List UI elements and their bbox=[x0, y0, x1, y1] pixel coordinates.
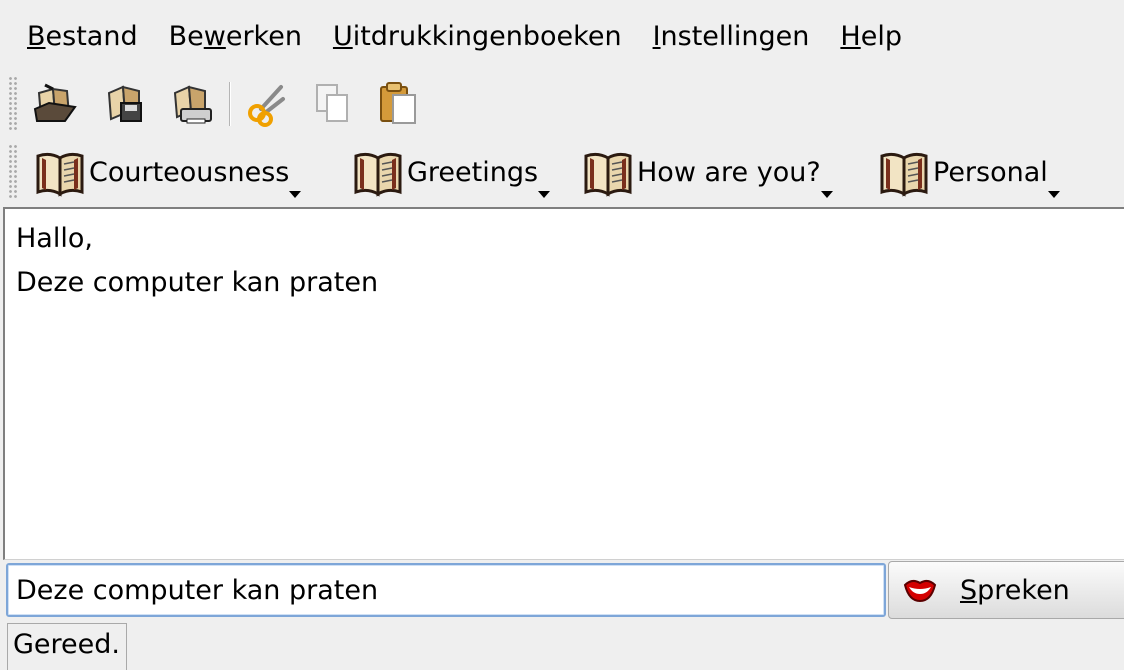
chevron-down-icon bbox=[820, 191, 833, 198]
menu-uitdrukkingenboeken[interactable]: Uitdrukkingenboeken bbox=[333, 21, 622, 52]
phrasebook-greetings[interactable]: Greetings bbox=[352, 146, 551, 202]
copy-button[interactable] bbox=[304, 76, 358, 130]
phrasebook-icon bbox=[354, 152, 402, 197]
menu-instellingen-accel: I bbox=[652, 20, 661, 52]
speak-rest: preken bbox=[977, 574, 1070, 606]
phrasebook-how-are-you-label: How are you? bbox=[637, 156, 821, 188]
print-book-icon bbox=[173, 85, 212, 124]
speak-button-label: Spreken bbox=[960, 575, 1070, 606]
phrasebook-courteousness[interactable]: Courteousness bbox=[34, 146, 302, 202]
menu-bewerken-accel: w bbox=[203, 20, 226, 52]
phrasebook-greetings-label: Greetings bbox=[407, 156, 539, 188]
menu-uitdrukkingenboeken-rest: itdrukkingenboeken bbox=[352, 20, 622, 52]
history-line: Deze computer kan praten bbox=[16, 267, 379, 298]
menu-bewerken-rest: erken bbox=[225, 20, 302, 52]
phrasebook-toolbar: Courteousness Greetings How are you? Per… bbox=[0, 136, 1124, 206]
phrasebook-toolbar-handle[interactable] bbox=[8, 144, 18, 200]
phrasebook-icon bbox=[36, 152, 84, 197]
menu-instellingen[interactable]: Instellingen bbox=[653, 21, 810, 52]
menu-bestand-accel: B bbox=[27, 20, 46, 52]
menu-uitdrukkingenboeken-accel: U bbox=[332, 20, 353, 52]
say-input[interactable] bbox=[6, 563, 886, 617]
cut-button[interactable] bbox=[240, 76, 294, 130]
paste-icon bbox=[380, 82, 416, 124]
open-book-icon bbox=[33, 83, 77, 122]
menu-bestand[interactable]: Bestand bbox=[27, 21, 138, 52]
chevron-down-icon bbox=[1047, 191, 1060, 198]
open-button[interactable] bbox=[28, 76, 82, 130]
phrasebook-how-are-you[interactable]: How are you? bbox=[582, 146, 833, 202]
phrasebook-icon bbox=[880, 152, 928, 197]
menu-bewerken[interactable]: Bewerken bbox=[169, 21, 302, 52]
main-toolbar bbox=[0, 72, 1124, 136]
menu-bewerken-pre: Be bbox=[168, 20, 204, 52]
menu-help[interactable]: Help bbox=[840, 21, 902, 52]
status-bar: Gereed. bbox=[7, 623, 127, 670]
save-button[interactable] bbox=[98, 76, 152, 130]
menu-instellingen-rest: nstellingen bbox=[660, 20, 810, 52]
history-line: Hallo, bbox=[16, 223, 93, 254]
cut-icon bbox=[248, 85, 285, 127]
menubar: Bestand Bewerken Uitdrukkingenboeken Ins… bbox=[0, 0, 1124, 72]
toolbar-separator bbox=[229, 82, 231, 126]
chevron-down-icon bbox=[538, 191, 551, 198]
lips-icon bbox=[903, 579, 937, 603]
history-textarea[interactable]: Hallo, Deze computer kan praten bbox=[3, 207, 1124, 560]
copy-icon bbox=[316, 84, 348, 122]
menu-help-rest: elp bbox=[860, 20, 902, 52]
speak-button[interactable]: Spreken bbox=[888, 561, 1124, 619]
print-button[interactable] bbox=[164, 76, 218, 130]
paste-button[interactable] bbox=[370, 76, 424, 130]
speak-accel: S bbox=[960, 574, 978, 606]
phrasebook-personal-label: Personal bbox=[933, 156, 1048, 188]
toolbar-handle[interactable] bbox=[8, 76, 18, 132]
save-book-icon bbox=[107, 85, 142, 122]
phrasebook-courteousness-label: Courteousness bbox=[89, 156, 290, 188]
chevron-down-icon bbox=[289, 191, 302, 198]
phrasebook-icon bbox=[584, 152, 632, 197]
menu-bestand-rest: estand bbox=[45, 20, 138, 52]
menu-help-accel: H bbox=[840, 20, 861, 52]
phrasebook-personal[interactable]: Personal bbox=[878, 146, 1060, 202]
